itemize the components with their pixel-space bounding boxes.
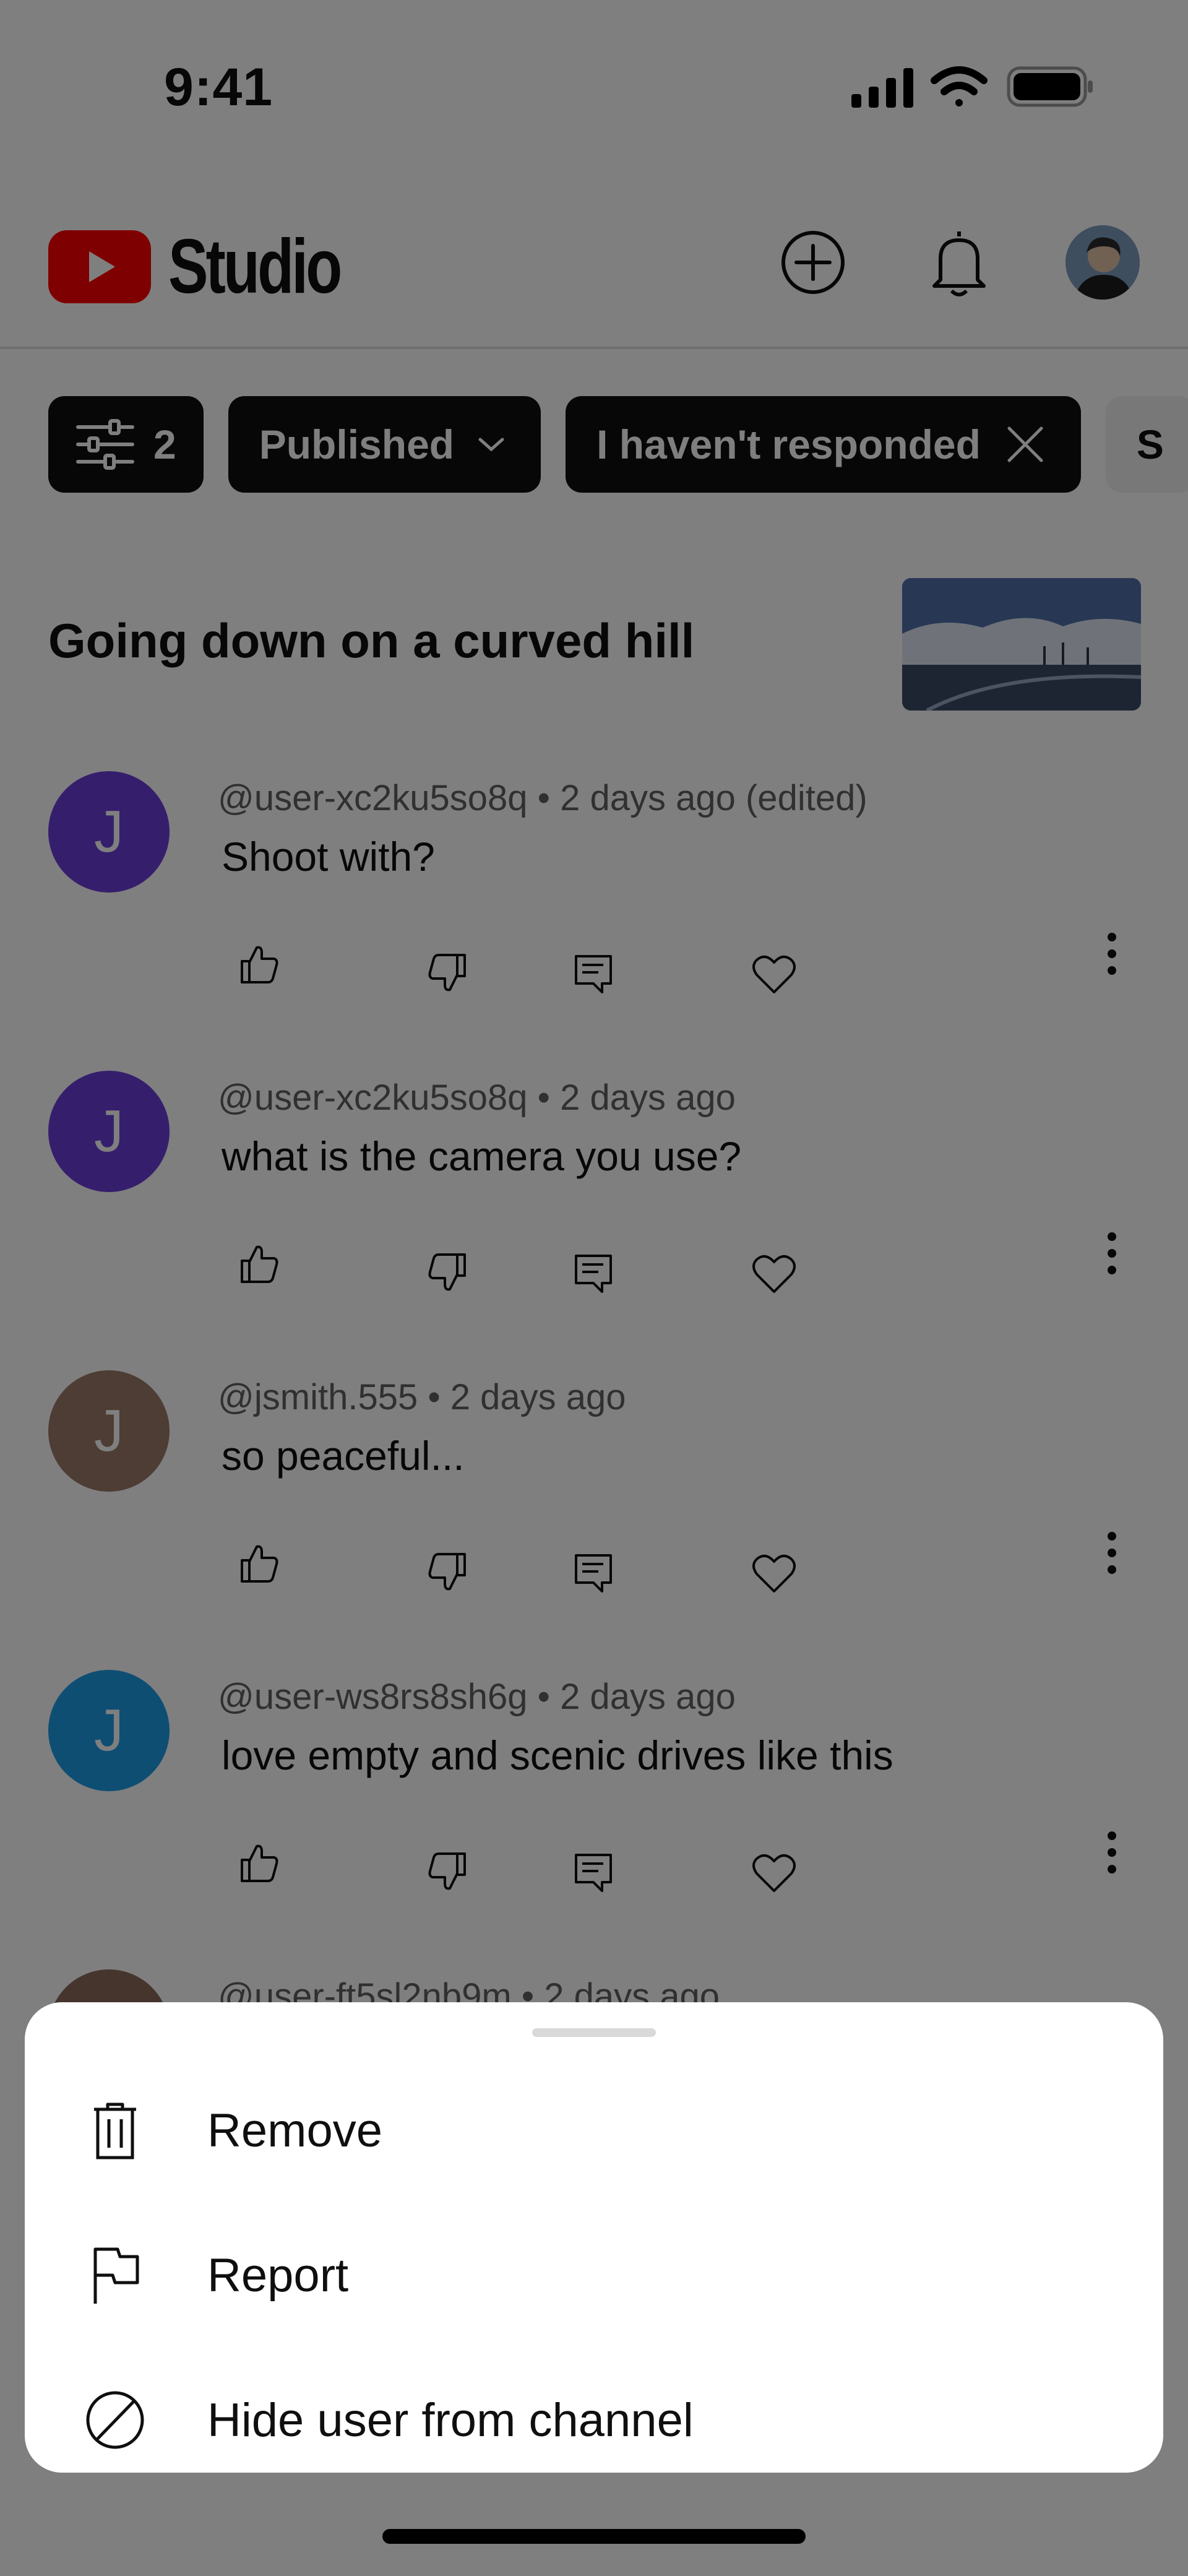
comment-actions-sheet: Remove Report Hide user from channel bbox=[25, 2002, 1163, 2473]
remove-comment-item[interactable]: Remove bbox=[25, 2059, 1163, 2202]
trash-icon bbox=[78, 2093, 152, 2168]
report-comment-item[interactable]: Report bbox=[25, 2204, 1163, 2346]
home-indicator[interactable] bbox=[382, 2529, 806, 2544]
report-label: Report bbox=[207, 2249, 349, 2302]
block-icon bbox=[78, 2383, 152, 2457]
sheet-drag-handle[interactable] bbox=[532, 2028, 656, 2037]
hide-user-item[interactable]: Hide user from channel bbox=[25, 2349, 1163, 2491]
remove-label: Remove bbox=[207, 2104, 382, 2157]
flag-icon bbox=[78, 2238, 152, 2312]
hide-user-label: Hide user from channel bbox=[207, 2393, 694, 2447]
